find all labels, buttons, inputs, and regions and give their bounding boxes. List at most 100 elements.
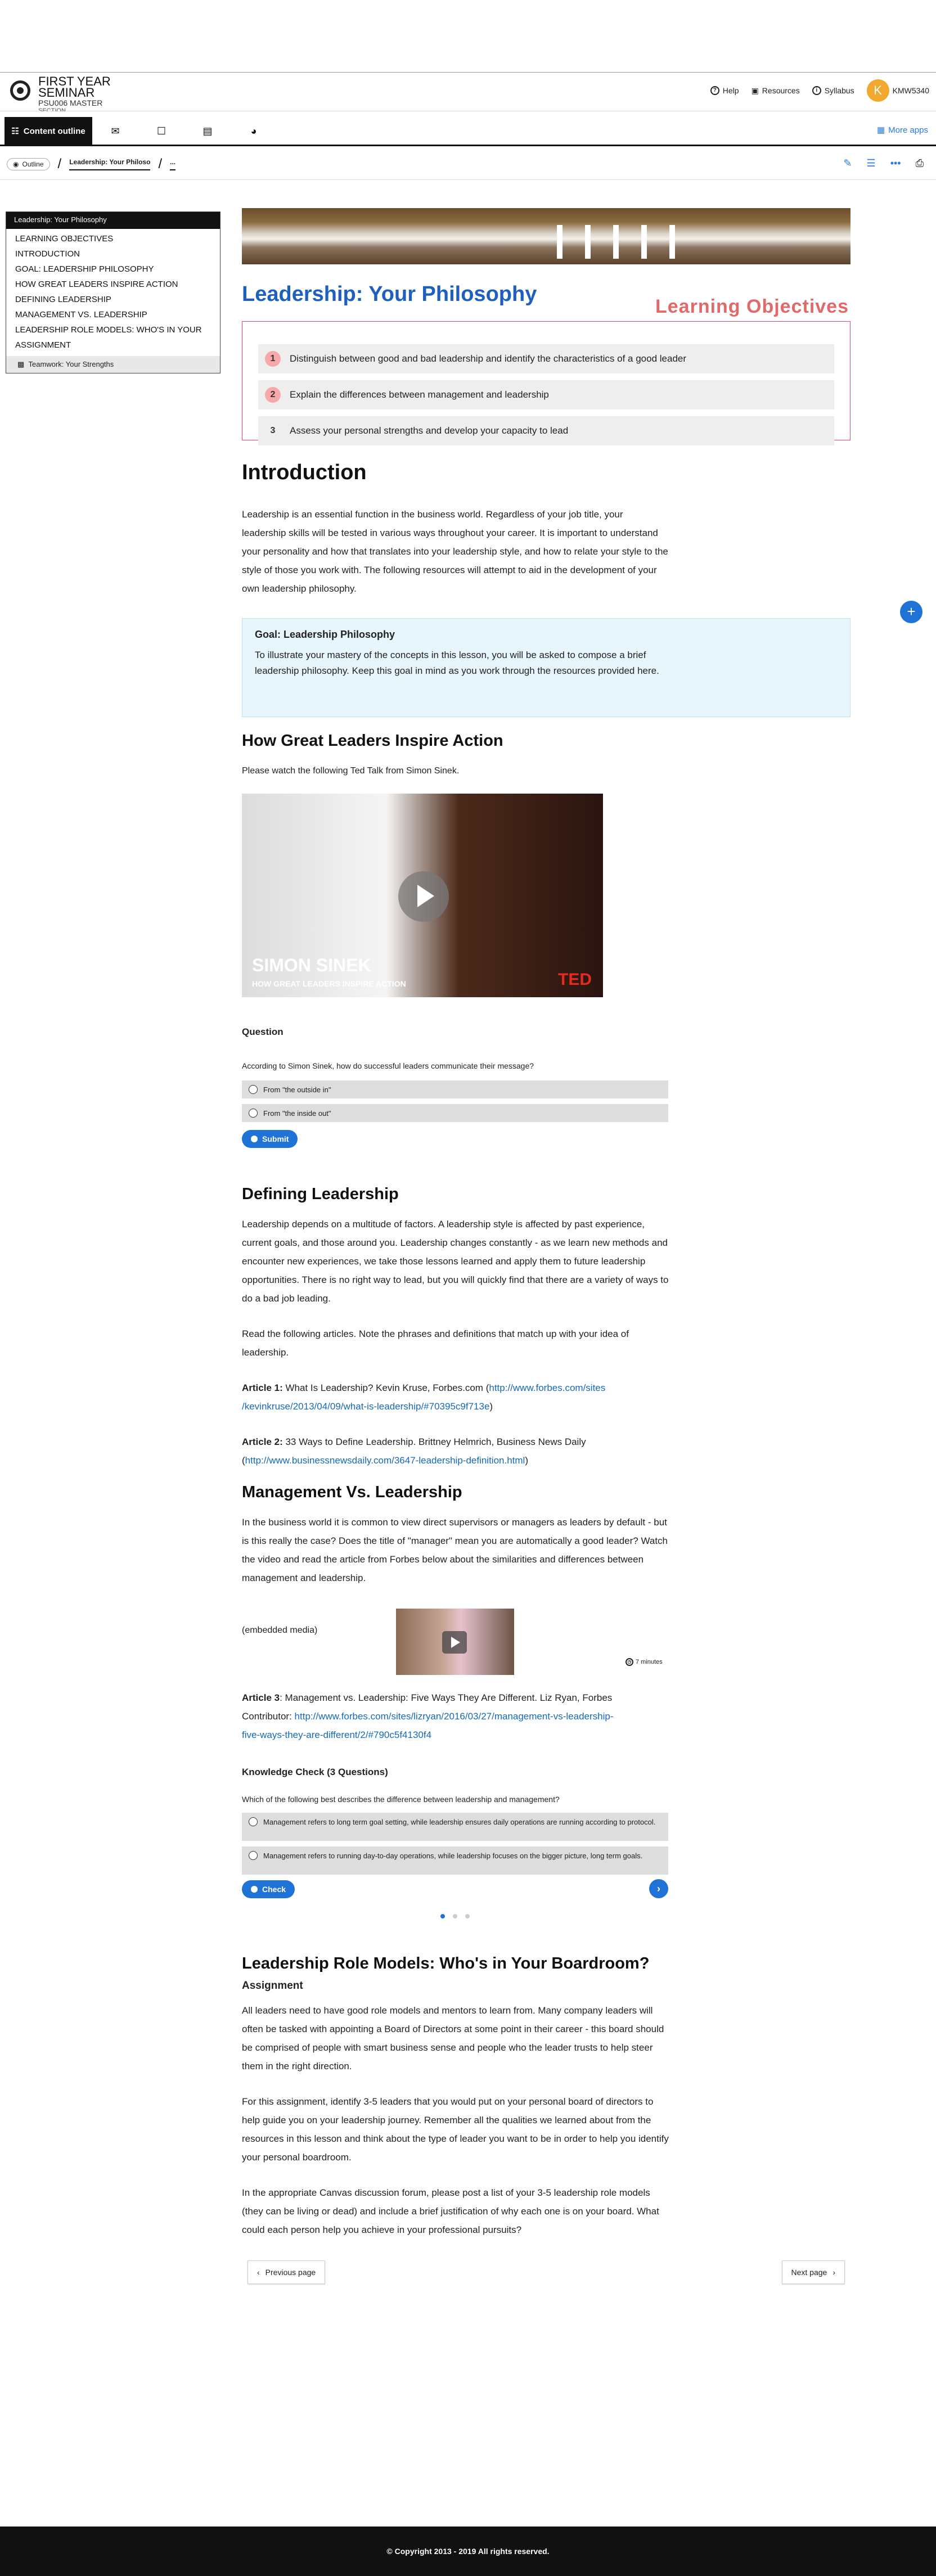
video-subtitle: HOW GREAT LEADERS INSPIRE ACTION	[252, 979, 406, 988]
article-1-label: Article 1:	[242, 1382, 283, 1393]
outline-item-learning-objectives[interactable]: LEARNING OBJECTIVES	[6, 231, 220, 246]
article-1-close: )	[489, 1401, 493, 1412]
outline-item-introduction[interactable]: INTRODUCTION	[6, 246, 220, 262]
more-options-icon[interactable]: •••	[890, 157, 901, 169]
tab-notebook[interactable]: ☐	[138, 117, 184, 145]
answer-option[interactable]: Management refers to long term goal sett…	[242, 1813, 668, 1841]
article-1-link-cont[interactable]: /kevinkruse/2013/04/09/what-is-leadershi…	[242, 1401, 489, 1412]
outline-header[interactable]: Leadership: Your Philosophy	[6, 212, 220, 229]
radio-button[interactable]	[249, 1817, 258, 1826]
radio-button[interactable]	[249, 1109, 258, 1118]
compass-icon: ◉	[13, 160, 19, 168]
check-button[interactable]: Check	[242, 1880, 295, 1898]
notebook-icon: ☐	[156, 125, 166, 137]
lesson-outline-panel: Leadership: Your Philosophy LEARNING OBJ…	[6, 211, 220, 373]
next-question-button[interactable]: ›	[649, 1879, 668, 1898]
document-icon: ▩	[17, 360, 25, 368]
radio-button[interactable]	[249, 1851, 258, 1860]
article-3-link-cont[interactable]: five-ways-they-are-different/2/#790c5f41…	[242, 1730, 431, 1740]
breadcrumb-current[interactable]: Leadership: Your Philoso	[69, 158, 151, 170]
tab-content-outline[interactable]: ☷ Content outline	[4, 117, 92, 145]
play-icon[interactable]	[398, 871, 449, 922]
course-title-block[interactable]: FIRST YEAR SEMINAR PSU006 MASTER SECTION	[38, 75, 111, 115]
submit-button[interactable]: Submit	[242, 1130, 298, 1148]
goal-callout: Goal: Leadership Philosophy To illustrat…	[242, 618, 850, 717]
tab-calendar[interactable]: ▤	[184, 117, 231, 145]
embedded-video-thumbnail[interactable]	[396, 1609, 514, 1675]
banner-image	[242, 208, 850, 264]
course-title-line2: SEMINAR	[38, 85, 95, 100]
user-menu[interactable]: K KMW5340	[866, 79, 929, 102]
resources-icon: ▣	[751, 85, 759, 95]
syllabus-label: Syllabus	[824, 86, 854, 95]
article-1: Article 1: What Is Leadership? Kevin Kru…	[242, 1379, 669, 1416]
outline-item-role-models[interactable]: LEADERSHIP ROLE MODELS: WHO'S IN YOUR	[6, 322, 220, 337]
course-code: PSU006 MASTER	[38, 98, 103, 107]
chevron-left-icon: ‹	[257, 2268, 260, 2277]
carousel-dot-active[interactable]	[440, 1914, 445, 1919]
help-link[interactable]: ? Help	[710, 86, 739, 95]
duration-label: 7 minutes	[636, 1659, 663, 1665]
outline-item-defining[interactable]: DEFINING LEADERSHIP	[6, 292, 220, 307]
breadcrumb-separator: /	[57, 156, 62, 172]
print-icon[interactable]: ⎙	[916, 157, 924, 169]
outline-next-lesson[interactable]: ▩ Teamwork: Your Strengths	[6, 356, 220, 373]
layers-icon[interactable]: ☰	[867, 157, 876, 169]
syllabus-link[interactable]: i Syllabus	[812, 86, 854, 95]
answer-option-label: From "the inside out"	[263, 1109, 331, 1118]
play-icon[interactable]	[442, 1631, 467, 1654]
answer-option[interactable]: Management refers to running day-to-day …	[242, 1847, 668, 1875]
role-models-text-2: For this assignment, identify 3-5 leader…	[242, 2096, 669, 2163]
banner-column	[585, 225, 591, 259]
edit-pencil-icon[interactable]: ✎	[843, 157, 852, 169]
goal-title: Goal: Leadership Philosophy	[255, 629, 395, 640]
defining-instructions: Read the following articles. Note the ph…	[242, 1328, 629, 1358]
tab-discussions[interactable]: ✉	[92, 117, 138, 145]
article-2-close: )	[525, 1455, 529, 1466]
objective-item: 1 Distinguish between good and bad leader…	[258, 344, 834, 373]
article-1-link[interactable]: http://www.forbes.com/sites	[489, 1382, 605, 1393]
answer-option[interactable]: From "the outside in"	[242, 1080, 668, 1098]
outline-item-assignment[interactable]: ASSIGNMENT	[6, 337, 220, 353]
objective-number: 3	[270, 426, 276, 435]
carousel-dot[interactable]	[453, 1914, 457, 1919]
breadcrumb-separator: /	[158, 156, 163, 172]
article-3-link[interactable]: http://www.forbes.com/sites/lizryan/2016…	[295, 1711, 614, 1722]
article-1-text: What Is Leadership? Kevin Kruse, Forbes.…	[282, 1382, 489, 1393]
article-3-label: Article 3	[242, 1692, 280, 1703]
outline-item-management[interactable]: MANAGEMENT VS. LEADERSHIP	[6, 307, 220, 322]
assignment-heading: Assignment	[242, 1980, 303, 1992]
objective-text: Explain the differences between manageme…	[290, 389, 549, 400]
ted-logo: TED	[558, 970, 592, 989]
syllabus-icon: i	[812, 86, 821, 95]
breadcrumb: ◉ Outline / Leadership: Your Philoso / ..…	[7, 156, 176, 172]
introduction-text: Leadership is an essential function in t…	[242, 509, 668, 594]
check-label: Check	[262, 1885, 286, 1894]
role-models-text-3: In the appropriate Canvas discussion for…	[242, 2187, 659, 2235]
radio-button[interactable]	[249, 1085, 258, 1094]
more-apps-button[interactable]: ▦ More apps	[877, 125, 928, 136]
article-2-link[interactable]: http://www.businessnewsdaily.com/3647-le…	[245, 1455, 525, 1466]
next-page-button[interactable]: Next page ›	[781, 2260, 845, 2284]
outline-button[interactable]: ◉ Outline	[7, 158, 50, 170]
ted-video-player[interactable]: SIMON SINEK HOW GREAT LEADERS INSPIRE AC…	[242, 794, 603, 997]
carousel-dot[interactable]	[465, 1914, 470, 1919]
carousel-dots	[242, 1914, 668, 1919]
banner-column	[613, 225, 619, 259]
copyright-text: © Copyright 2013 - 2019 All rights reser…	[386, 2547, 550, 2556]
previous-page-button[interactable]: ‹ Previous page	[248, 2260, 326, 2284]
learning-objectives-label: Learning Objectives	[653, 296, 851, 318]
tab-gradebook[interactable]: ◕	[231, 117, 277, 145]
resources-link[interactable]: ▣ Resources	[752, 86, 800, 96]
clock-icon: ◷	[626, 1658, 633, 1666]
answer-option[interactable]: From "the inside out"	[242, 1104, 668, 1122]
outline-item-goal[interactable]: GOAL: LEADERSHIP PHILOSOPHY	[6, 262, 220, 277]
add-note-button[interactable]: +	[900, 601, 922, 623]
breadcrumb-bar: ◉ Outline / Leadership: Your Philoso / ..…	[0, 146, 936, 180]
breadcrumb-more[interactable]: ...	[170, 158, 176, 170]
outline-item-inspire[interactable]: HOW GREAT LEADERS INSPIRE ACTION	[6, 277, 220, 292]
defining-heading: Defining Leadership	[242, 1185, 399, 1203]
article-3: Article 3: Management vs. Leadership: Fi…	[242, 1688, 669, 1744]
objective-text: Distinguish between good and bad leaders…	[290, 353, 687, 364]
course-navbar: ☷ Content outline ✉ ☐ ▤ ◕ ▦ More apps	[0, 111, 936, 146]
